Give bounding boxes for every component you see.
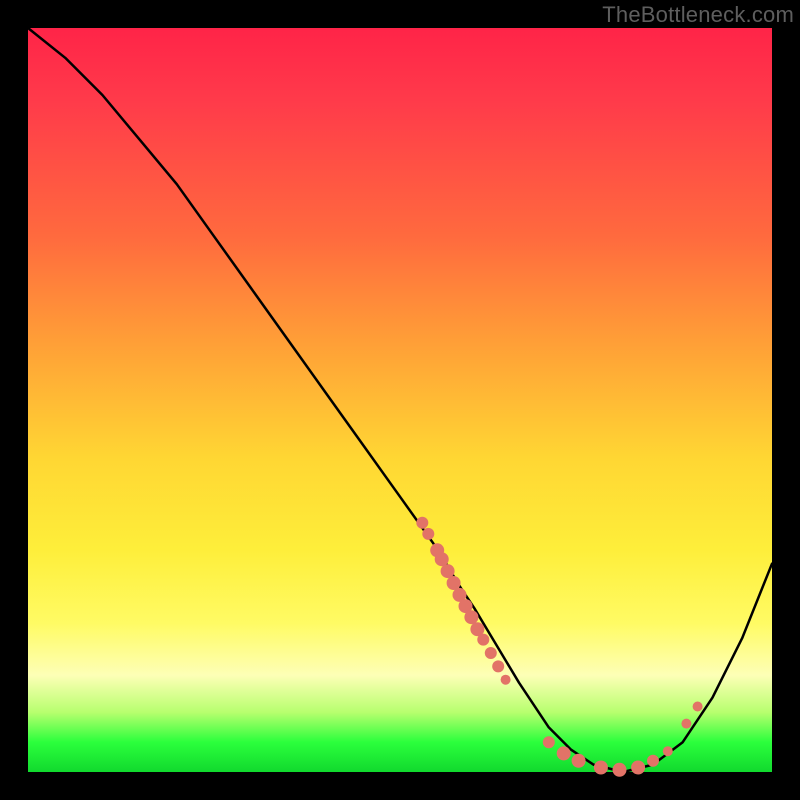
scatter-point bbox=[681, 719, 691, 729]
scatter-point bbox=[647, 755, 659, 767]
scatter-point bbox=[447, 576, 461, 590]
scatter-point bbox=[501, 675, 511, 685]
scatter-point bbox=[631, 761, 645, 775]
scatter-point bbox=[435, 552, 449, 566]
scatter-point bbox=[543, 736, 555, 748]
scatter-point bbox=[572, 754, 586, 768]
chart-svg bbox=[28, 28, 772, 772]
scatter-point bbox=[557, 746, 571, 760]
scatter-point bbox=[441, 564, 455, 578]
scatter-point bbox=[485, 647, 497, 659]
curve-path bbox=[28, 28, 772, 772]
scatter-point bbox=[477, 634, 489, 646]
scatter-point bbox=[464, 610, 478, 624]
scatter-point bbox=[693, 702, 703, 712]
scatter-point bbox=[416, 517, 428, 529]
scatter-point bbox=[422, 528, 434, 540]
bottleneck-curve bbox=[28, 28, 772, 772]
scatter-point bbox=[613, 763, 627, 777]
scatter-point bbox=[492, 660, 504, 672]
watermark-label: TheBottleneck.com bbox=[602, 2, 794, 28]
scatter-point bbox=[663, 746, 673, 756]
scatter-point bbox=[594, 761, 608, 775]
chart-container bbox=[28, 28, 772, 772]
